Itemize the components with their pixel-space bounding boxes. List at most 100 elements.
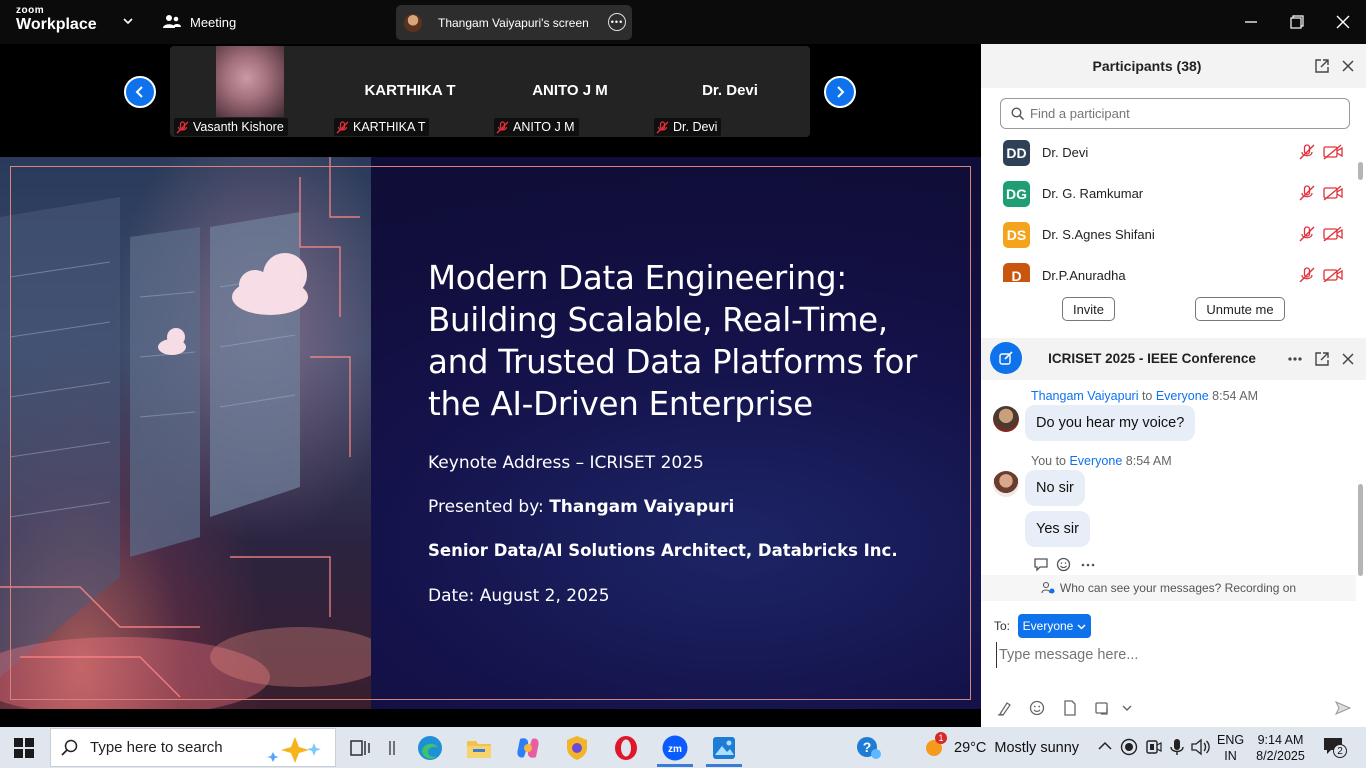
recipient-name[interactable]: Everyone [1069, 454, 1122, 468]
zoom-workplace-logo[interactable]: zoom Workplace [16, 6, 97, 33]
screenshot-options-button[interactable] [1117, 698, 1137, 718]
microphone-icon[interactable] [1169, 738, 1185, 756]
camera-in-use-icon[interactable] [1145, 738, 1163, 756]
popout-participants-button[interactable] [1313, 57, 1331, 75]
data-center-image [0, 157, 371, 709]
zoom-app[interactable]: zm [659, 733, 691, 763]
more-horizontal-icon[interactable] [1080, 556, 1096, 572]
participant-row[interactable]: DS Dr. S.Agnes Shifani [981, 214, 1356, 255]
participant-row[interactable]: D Dr.P.Anuradha [981, 255, 1356, 282]
chat-more-button[interactable] [1286, 350, 1304, 368]
svg-text:zm: zm [668, 744, 682, 755]
file-explorer-app[interactable] [463, 733, 495, 763]
video-off-icon [1323, 226, 1343, 242]
system-clock[interactable]: 9:14 AM 8/2/2025 [1253, 732, 1308, 764]
restore-icon [1290, 15, 1304, 29]
task-view-button[interactable] [344, 733, 376, 763]
emoji-reaction-icon[interactable] [1056, 556, 1072, 572]
video-tile[interactable]: KARTHIKA T KARTHIKA T [330, 46, 490, 137]
popout-chat-button[interactable] [1313, 350, 1331, 368]
participant-name: Dr.P.Anuradha [1042, 268, 1126, 282]
close-chat-button[interactable] [1339, 350, 1357, 368]
format-text-button[interactable] [995, 698, 1015, 718]
brand-small: zoom [16, 5, 45, 16]
weather-temp: 29°C [954, 739, 987, 756]
weather-widget[interactable]: 1 29°C Mostly sunny [922, 727, 1079, 768]
participant-row[interactable]: DD Dr. Devi [981, 132, 1356, 173]
invite-button[interactable]: Invite [1062, 297, 1115, 321]
participant-search-input[interactable] [1030, 106, 1330, 121]
sender-name[interactable]: Thangam Vaiyapuri [1031, 389, 1138, 403]
recipient-dropdown[interactable]: Everyone [1018, 614, 1091, 638]
close-icon [1342, 353, 1354, 365]
self-avatar [993, 471, 1019, 497]
meeting-tab[interactable]: Meeting [163, 11, 236, 33]
get-help-app[interactable]: ? [853, 733, 885, 763]
message-bubble[interactable]: Do you hear my voice? [1025, 405, 1196, 441]
title-bar: zoom Workplace Meeting Thangam Vaiyapuri… [0, 0, 1366, 44]
minimize-button[interactable] [1238, 9, 1264, 35]
privacy-notice[interactable]: Who can see your messages? Recording on [981, 575, 1356, 601]
muted-mic-icon [176, 120, 189, 133]
strip-prev-button[interactable] [124, 76, 156, 108]
vpn-app[interactable] [561, 733, 593, 763]
edge-icon [418, 736, 442, 760]
to-label: To: [994, 619, 1011, 633]
participant-list: DD Dr. Devi DG Dr. G. Ramkumar DS Dr. S.… [981, 132, 1356, 282]
taskbar-search[interactable]: Type here to search [50, 728, 336, 767]
tile-name: ANITO J M [513, 120, 575, 134]
shield-icon [567, 736, 587, 760]
message-bubble[interactable]: No sir [1025, 470, 1085, 506]
restore-button[interactable] [1284, 9, 1310, 35]
input-language[interactable]: ENG IN [1217, 732, 1244, 764]
video-off-icon [1323, 267, 1343, 282]
strip-next-button[interactable] [824, 76, 856, 108]
more-options-icon[interactable]: ••• [608, 13, 626, 31]
send-button[interactable] [1333, 698, 1353, 718]
file-button[interactable] [1060, 698, 1080, 718]
tile-big-name: KARTHIKA T [364, 82, 456, 99]
notification-center-button[interactable]: 2 [1323, 736, 1347, 758]
chat-scrollbar[interactable] [1358, 484, 1363, 576]
screenshot-button[interactable] [1092, 698, 1112, 718]
widgets-button[interactable] [376, 733, 408, 763]
participant-row[interactable]: DG Dr. G. Ramkumar [981, 173, 1356, 214]
message-meta: Thangam Vaiyapuri to Everyone 8:54 AM [1031, 389, 1258, 403]
video-strip: Vasanth Kishore KARTHIKA T KARTHIKA T AN… [0, 44, 981, 157]
more-horizontal-icon [1288, 357, 1302, 361]
opera-app[interactable] [610, 733, 642, 763]
photos-app[interactable] [708, 733, 740, 763]
video-tile[interactable]: ANITO J M ANITO J M [490, 46, 650, 137]
slide-date: Date: August 2, 2025 [428, 586, 610, 606]
unmute-me-button[interactable]: Unmute me [1195, 297, 1285, 321]
reply-icon[interactable] [1033, 556, 1049, 572]
copilot-app[interactable] [512, 733, 544, 763]
participant-avatar: DG [1003, 181, 1030, 207]
close-participants-button[interactable] [1339, 57, 1357, 75]
participant-scrollbar[interactable] [1358, 162, 1363, 180]
sparkle-icon [267, 737, 321, 763]
message-bubble[interactable]: Yes sir [1025, 511, 1090, 547]
chat-message-input[interactable] [996, 642, 1346, 668]
recipient-name[interactable]: Everyone [1156, 389, 1209, 403]
video-tile[interactable]: Dr. Devi Dr. Devi [650, 46, 810, 137]
participant-search[interactable] [1000, 98, 1350, 129]
record-icon[interactable] [1120, 738, 1138, 756]
tile-label: ANITO J M [494, 118, 579, 136]
weather-text: Mostly sunny [994, 739, 1080, 756]
emoji-button[interactable] [1027, 698, 1047, 718]
clock-date: 8/2/2025 [1256, 749, 1305, 763]
speaker-icon[interactable] [1191, 738, 1211, 756]
emoji-icon [1029, 700, 1045, 716]
chat-title: ICRISET 2025 - IEEE Conference [1048, 351, 1256, 366]
message-time: 8:54 AM [1212, 389, 1259, 403]
screen-share-indicator[interactable]: Thangam Vaiyapuri's screen ••• [396, 5, 632, 40]
chevron-up-icon[interactable] [1097, 738, 1113, 754]
meeting-label: Meeting [190, 14, 237, 30]
chevron-down-icon[interactable] [121, 14, 135, 28]
muted-mic-icon [336, 120, 349, 133]
video-tile[interactable]: Vasanth Kishore [170, 46, 330, 137]
close-window-button[interactable] [1330, 9, 1356, 35]
windows-start-icon[interactable] [14, 738, 34, 758]
edge-app[interactable] [414, 733, 446, 763]
